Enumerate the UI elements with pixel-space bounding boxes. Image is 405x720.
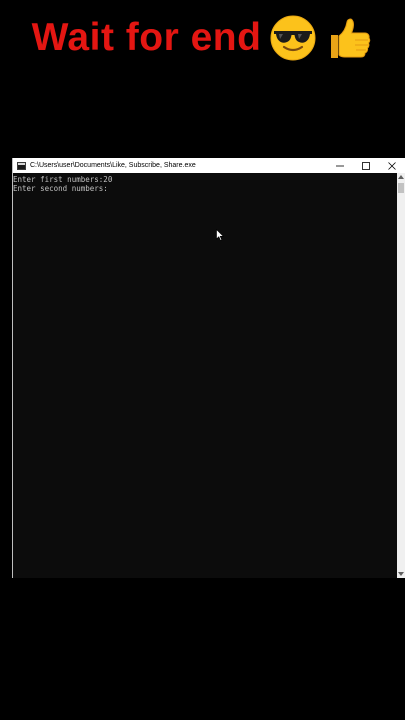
console-window[interactable]: C:\Users\user\Documents\Like, Subscribe,…	[12, 158, 405, 578]
video-headline: Wait for end	[0, 10, 405, 66]
console-output[interactable]: Enter first numbers:20 Enter second numb…	[13, 173, 397, 578]
window-title: C:\Users\user\Documents\Like, Subscribe,…	[30, 162, 196, 169]
minimize-button[interactable]	[327, 158, 353, 173]
console-line-1: Enter first numbers:20	[13, 175, 113, 184]
close-button[interactable]	[379, 158, 405, 173]
close-icon	[388, 161, 396, 170]
thumbs-up-icon	[325, 14, 373, 62]
sunglasses-face-icon	[269, 14, 317, 62]
maximize-button[interactable]	[353, 158, 379, 173]
vertical-scrollbar[interactable]	[397, 173, 405, 578]
console-line-2: Enter second numbers:	[13, 184, 108, 193]
caption-buttons	[327, 158, 405, 173]
mouse-pointer-icon	[216, 229, 224, 241]
scroll-up-arrow-icon[interactable]	[398, 175, 404, 179]
maximize-icon	[362, 161, 370, 170]
minimize-icon	[336, 165, 344, 166]
scroll-thumb[interactable]	[398, 183, 404, 193]
headline-text: Wait for end	[31, 16, 262, 59]
scroll-down-arrow-icon[interactable]	[398, 572, 404, 576]
console-app-icon[interactable]	[17, 161, 26, 170]
window-titlebar[interactable]: C:\Users\user\Documents\Like, Subscribe,…	[13, 158, 405, 173]
